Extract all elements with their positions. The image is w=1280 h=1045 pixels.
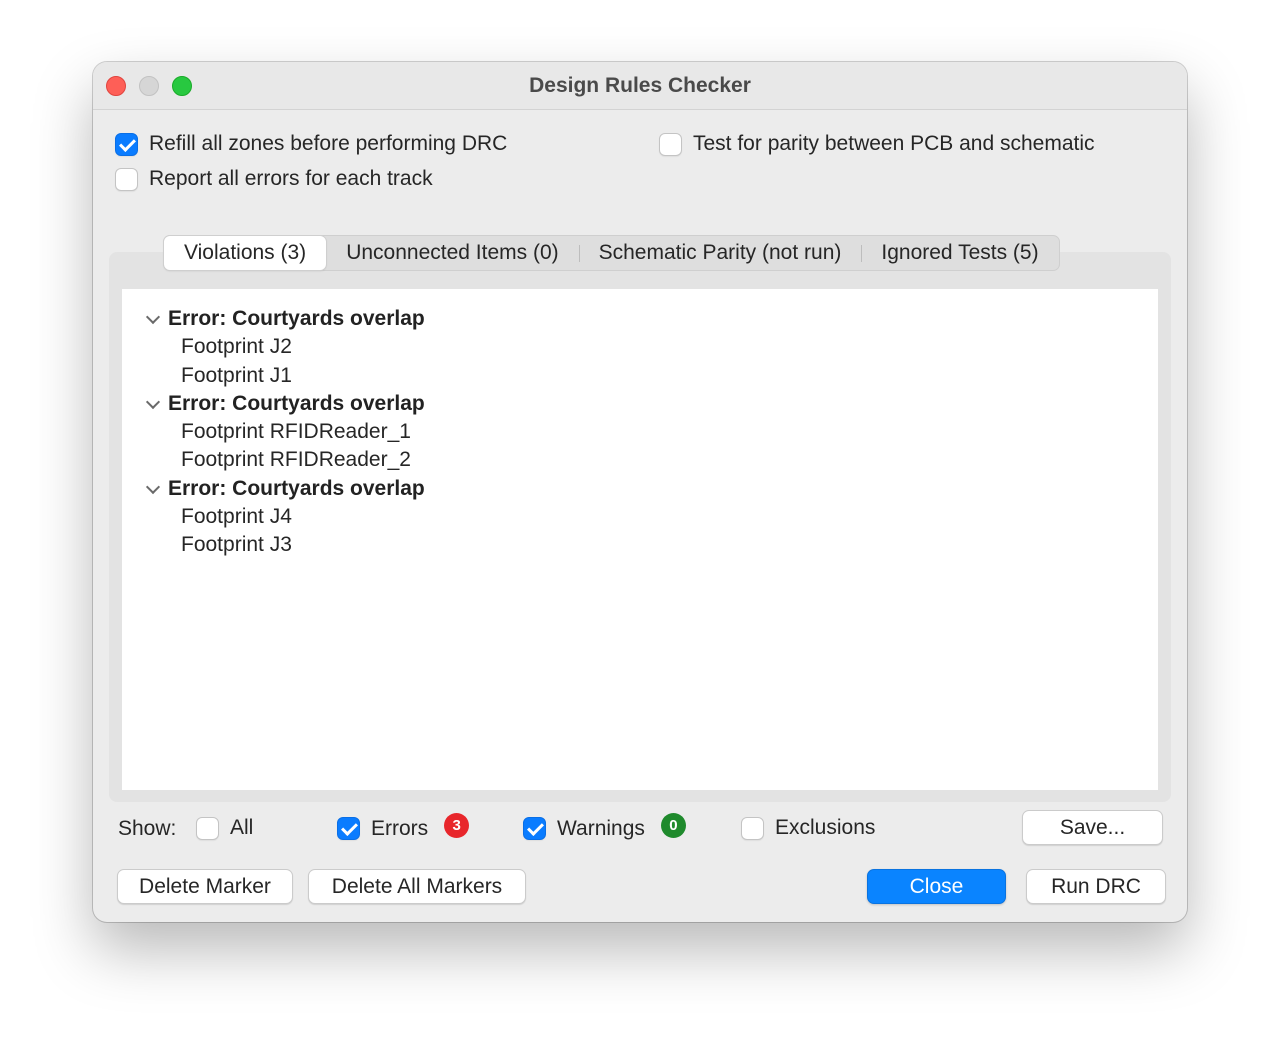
chevron-down-icon[interactable]: [145, 479, 161, 494]
violation-group: Error: Courtyards overlap Footprint J4 F…: [122, 475, 1158, 560]
violation-group: Error: Courtyards overlap Footprint J2 F…: [122, 305, 1158, 390]
violation-item[interactable]: Footprint J4: [122, 503, 1158, 531]
errors-count-badge: 3: [444, 813, 470, 838]
show-exclusions-checkbox[interactable]: Exclusions: [741, 816, 875, 840]
violation-item[interactable]: Footprint RFIDReader_2: [122, 446, 1158, 474]
window-title: Design Rules Checker: [529, 74, 751, 97]
violation-title: Error: Courtyards overlap: [168, 476, 425, 500]
refill-zones-label: Refill all zones before performing DRC: [149, 132, 508, 155]
report-all-errors-checkbox-box[interactable]: [115, 167, 138, 191]
chevron-down-icon[interactable]: [145, 394, 161, 409]
show-label: Show:: [118, 817, 177, 840]
violation-item[interactable]: Footprint J2: [122, 333, 1158, 361]
violation-title: Error: Courtyards overlap: [168, 307, 425, 330]
show-all-checkbox[interactable]: All: [196, 816, 253, 840]
show-warnings-checkbox[interactable]: Warnings 0: [523, 813, 686, 841]
test-parity-checkbox[interactable]: Test for parity between PCB and schemati…: [659, 132, 1095, 156]
violation-group: Error: Courtyards overlap Footprint RFID…: [122, 390, 1158, 475]
show-errors-checkbox-box[interactable]: [337, 817, 360, 840]
show-warnings-checkbox-box[interactable]: [523, 817, 546, 840]
report-all-errors-checkbox[interactable]: Report all errors for each track: [115, 167, 433, 191]
drc-dialog-window: Design Rules Checker Refill all zones be…: [93, 62, 1187, 922]
tab-unconnected-items[interactable]: Unconnected Items (0): [326, 236, 578, 270]
violation-row[interactable]: Error: Courtyards overlap: [122, 305, 1158, 333]
title-bar: Design Rules Checker: [93, 62, 1187, 110]
delete-marker-button[interactable]: Delete Marker: [117, 869, 293, 904]
violation-item[interactable]: Footprint J3: [122, 531, 1158, 559]
tab-ignored-tests[interactable]: Ignored Tests (5): [861, 236, 1058, 270]
delete-all-markers-button[interactable]: Delete All Markers: [308, 869, 526, 904]
show-exclusions-checkbox-box[interactable]: [741, 816, 764, 840]
close-button[interactable]: Close: [867, 869, 1006, 904]
warnings-count-badge: 0: [660, 813, 686, 838]
show-exclusions-label: Exclusions: [775, 816, 876, 839]
report-all-errors-label: Report all errors for each track: [149, 167, 433, 190]
violation-item[interactable]: Footprint RFIDReader_1: [122, 418, 1158, 446]
chevron-down-icon[interactable]: [145, 309, 161, 325]
refill-zones-checkbox[interactable]: Refill all zones before performing DRC: [115, 132, 507, 156]
show-all-label: All: [230, 816, 254, 839]
violation-title: Error: Courtyards overlap: [168, 391, 425, 415]
test-parity-label: Test for parity between PCB and schemati…: [693, 132, 1095, 155]
refill-zones-checkbox-box[interactable]: [115, 132, 138, 156]
show-all-checkbox-box[interactable]: [196, 816, 219, 840]
tab-bar: Violations (3) Unconnected Items (0) Sch…: [163, 235, 1060, 271]
violation-row[interactable]: Error: Courtyards overlap: [122, 475, 1158, 503]
violation-item[interactable]: Footprint J1: [122, 362, 1158, 390]
test-parity-checkbox-box[interactable]: [659, 132, 682, 156]
show-errors-checkbox[interactable]: Errors 3: [337, 813, 470, 841]
tab-schematic-parity[interactable]: Schematic Parity (not run): [578, 236, 862, 270]
violation-row[interactable]: Error: Courtyards overlap: [122, 390, 1158, 418]
violations-tree[interactable]: Error: Courtyards overlap Footprint J2 F…: [122, 289, 1158, 790]
show-errors-label: Errors: [371, 816, 429, 840]
save-button[interactable]: Save...: [1022, 810, 1163, 845]
show-warnings-label: Warnings: [557, 816, 645, 840]
tab-violations[interactable]: Violations (3): [164, 236, 327, 270]
run-drc-button[interactable]: Run DRC: [1026, 869, 1166, 904]
